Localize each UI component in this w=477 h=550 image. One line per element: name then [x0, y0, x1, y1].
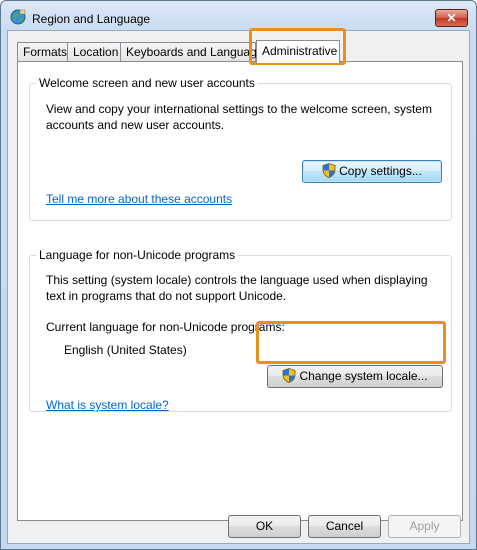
current-language-value: English (United States) [64, 343, 187, 357]
administrative-panel: Welcome screen and new user accounts Vie… [17, 61, 463, 521]
region-language-window: Region and Language ✕ Formats Location K… [0, 0, 477, 550]
welcome-screen-group: Welcome screen and new user accounts Vie… [29, 76, 452, 221]
globe-icon [10, 9, 26, 25]
welcome-group-description: View and copy your international setting… [46, 102, 432, 132]
non-unicode-group: Language for non-Unicode programs This s… [29, 248, 452, 412]
close-icon: ✕ [446, 11, 457, 25]
accounts-help-link[interactable]: Tell me more about these accounts [46, 192, 232, 206]
current-language-label: Current language for non-Unicode program… [46, 320, 285, 334]
uac-shield-icon [322, 163, 336, 178]
tab-keyboards-and-languages[interactable]: Keyboards and Languages [120, 42, 269, 62]
change-system-locale-label: Change system locale... [299, 369, 428, 383]
window-title: Region and Language [32, 12, 151, 26]
non-unicode-description: This setting (system locale) controls th… [46, 273, 428, 303]
dialog-client-area: Formats Location Keyboards and Languages… [7, 30, 470, 544]
apply-button[interactable]: Apply [388, 515, 461, 538]
non-unicode-group-title: Language for non-Unicode programs [36, 248, 239, 262]
uac-shield-icon [283, 368, 296, 383]
cancel-button[interactable]: Cancel [308, 515, 381, 538]
close-button[interactable]: ✕ [435, 9, 468, 27]
change-system-locale-button[interactable]: Change system locale... [267, 365, 443, 388]
tab-location[interactable]: Location [67, 42, 121, 62]
title-bar[interactable]: Region and Language ✕ [1, 1, 476, 31]
system-locale-help-link[interactable]: What is system locale? [46, 398, 169, 412]
copy-settings-button[interactable]: Copy settings... [302, 160, 442, 183]
ok-button[interactable]: OK [228, 515, 301, 538]
tab-formats[interactable]: Formats [17, 42, 68, 62]
tab-administrative[interactable]: Administrative [256, 40, 340, 63]
welcome-group-title: Welcome screen and new user accounts [36, 76, 258, 90]
copy-settings-label: Copy settings... [339, 164, 422, 178]
